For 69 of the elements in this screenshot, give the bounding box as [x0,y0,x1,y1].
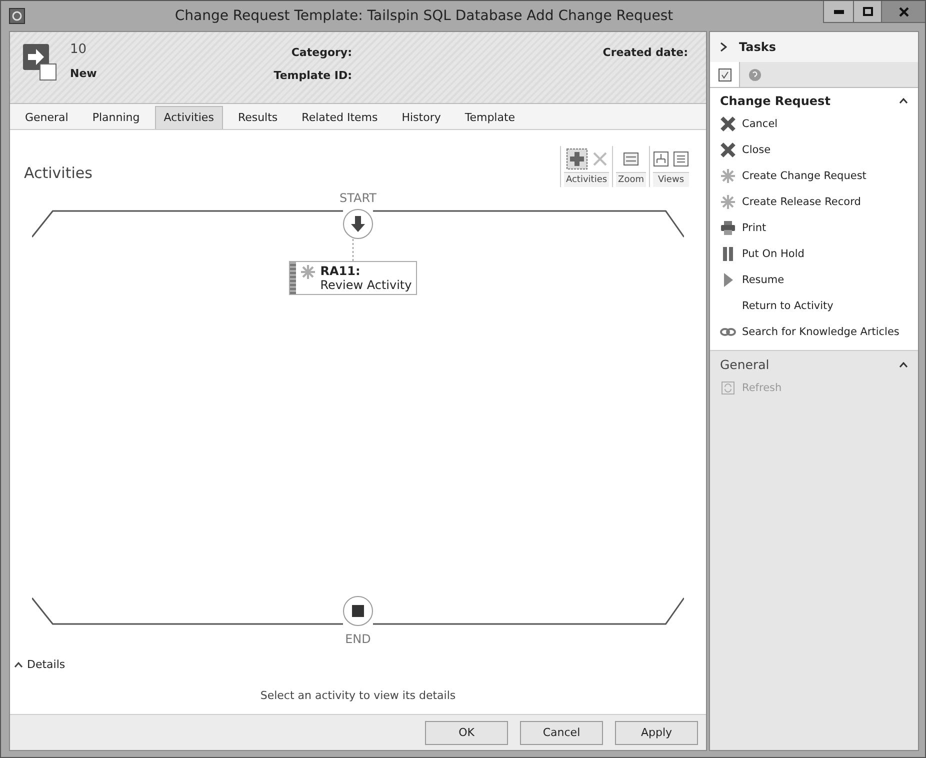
star-icon [720,194,736,210]
tab[interactable]: General [16,106,78,129]
toolbar-group-label: Views [653,172,689,187]
dialog-button[interactable]: Cancel [520,720,603,744]
details-toggle[interactable]: Details [27,658,66,671]
tab[interactable]: Related Items [292,106,387,129]
task-link[interactable]: Resume [720,270,908,290]
request-status: New [70,67,98,80]
task-link[interactable]: Close [720,140,908,160]
toolbar-group-label: Activities [564,172,610,187]
field-label: Template ID: [274,69,352,82]
tab[interactable]: Template [456,106,524,129]
star-icon [300,264,316,280]
minimize-button[interactable] [823,1,853,23]
zoom-icon[interactable] [623,152,640,166]
activity-node[interactable]: RA11: Review Activity [289,261,417,295]
task-link[interactable]: Search for Knowledge Articles [720,322,908,342]
start-label: START [339,191,377,205]
section-heading: General [720,357,770,372]
task-link[interactable]: Return to Activity [720,296,908,316]
request-id: 10 [70,42,88,57]
tasks-tab[interactable] [710,62,740,87]
tab[interactable]: History [392,106,450,129]
end-label: END [345,632,371,646]
activity-id: RA11: [320,264,362,278]
dialog-button[interactable]: OK [425,720,508,744]
collapse-icon[interactable] [899,362,908,368]
task-link[interactable]: Create Change Request [720,166,908,186]
activity-name: Review Activity [320,278,412,292]
tab[interactable]: Planning [83,106,149,129]
task-link[interactable]: Put On Hold [720,244,908,264]
section-title: Activities [24,164,92,182]
collapse-icon[interactable] [899,98,908,104]
tree-view-icon[interactable] [653,151,669,167]
close-button[interactable] [881,1,925,23]
maximize-button[interactable] [853,1,881,23]
stop-icon [352,605,364,617]
task-link[interactable]: Print [720,218,908,238]
app-icon [9,8,25,24]
field-label: Category: [291,46,352,59]
task-link[interactable]: Cancel [720,114,908,134]
clipboard-icon [718,68,732,82]
link-icon [720,327,736,337]
help-icon [748,68,762,82]
toolbar-group-label: Zoom [616,172,646,187]
dialog-button[interactable]: Apply [615,720,698,744]
field-label: Created date: [602,46,688,59]
section-heading: Change Request [720,94,830,108]
add-activity-icon[interactable] [566,148,588,170]
cross-icon [720,116,736,132]
change-request-icon [22,42,58,82]
pane-title: Tasks [739,40,776,54]
down-arrow-icon [351,216,365,232]
cross-icon [720,142,736,158]
chevron-icon[interactable] [720,42,727,52]
details-message: Select an activity to view its details [260,689,456,702]
tab[interactable]: Activities [154,106,223,129]
minimize-icon [834,10,844,14]
star-icon [720,168,736,184]
task-link[interactable]: Create Release Record [720,192,908,212]
window-title: Change Request Template: Tailspin SQL Database Add Change Request [174,8,674,24]
close-icon [898,6,908,16]
printer-icon [720,220,736,236]
maximize-icon [862,7,872,16]
tab[interactable]: Results [228,106,287,129]
list-view-icon[interactable] [673,151,689,167]
refresh-icon [721,381,735,395]
pause-icon [720,246,736,262]
collapse-icon[interactable] [14,662,23,668]
